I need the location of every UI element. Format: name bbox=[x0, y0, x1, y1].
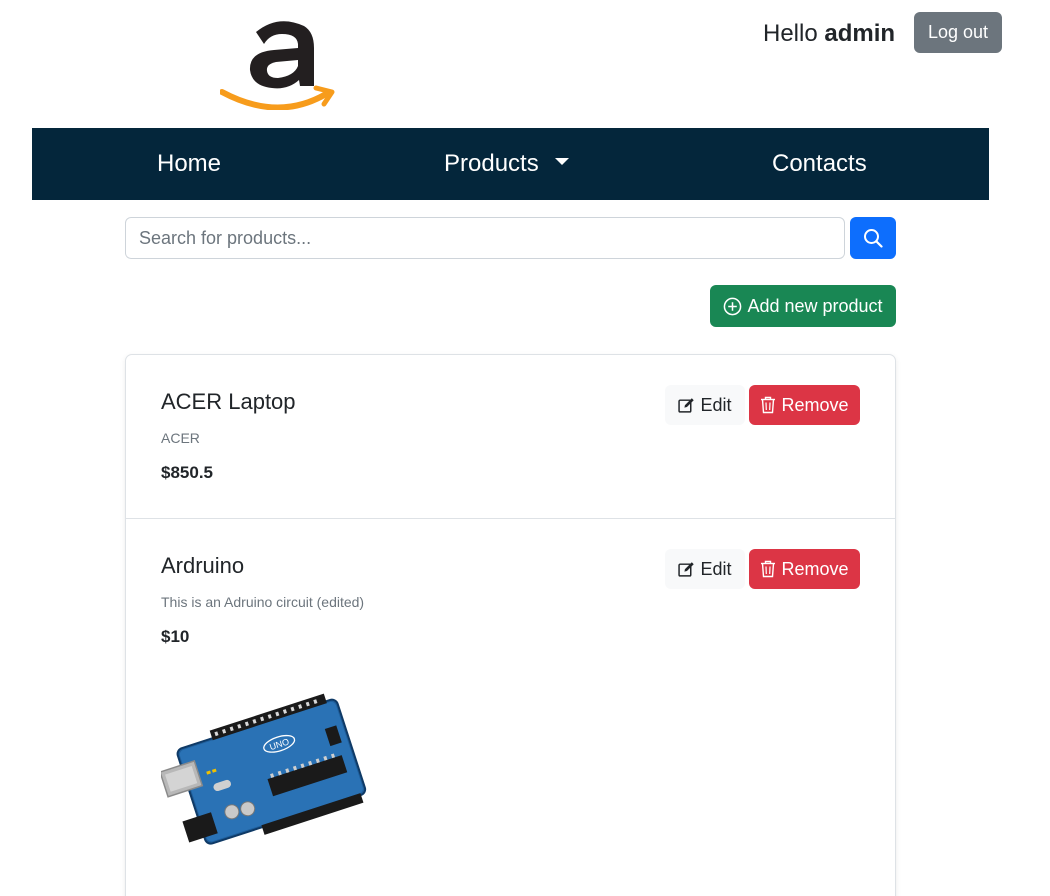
nav-contacts[interactable]: Contacts bbox=[772, 128, 867, 200]
caret-down-icon bbox=[555, 158, 570, 166]
search-button[interactable] bbox=[850, 217, 896, 259]
remove-label: Remove bbox=[781, 558, 849, 579]
nav-home[interactable]: Home bbox=[157, 128, 221, 200]
nav-products-label: Products bbox=[444, 150, 539, 177]
product-description: This is an Adruino circuit (edited) bbox=[161, 594, 365, 610]
greeting-prefix: Hello bbox=[763, 20, 818, 47]
trash-icon bbox=[761, 560, 776, 578]
search-input[interactable] bbox=[125, 217, 845, 259]
nav-products-dropdown[interactable]: Products bbox=[444, 128, 570, 200]
remove-button[interactable]: Remove bbox=[749, 549, 860, 589]
edit-button[interactable]: Edit bbox=[665, 385, 745, 425]
pencil-square-icon bbox=[678, 397, 695, 413]
product-name: ACER Laptop bbox=[161, 389, 296, 414]
user-greeting: Hello admin bbox=[763, 20, 895, 48]
trash-icon bbox=[761, 396, 776, 414]
plus-circle-icon bbox=[724, 297, 742, 315]
pencil-square-icon bbox=[678, 561, 695, 577]
product-name: Ardruino bbox=[161, 553, 245, 578]
username: admin bbox=[824, 20, 896, 47]
nav-home-label: Home bbox=[157, 150, 222, 177]
amazon-logo-icon[interactable] bbox=[220, 14, 338, 110]
logout-button[interactable]: Log out bbox=[914, 12, 1002, 53]
add-new-product-label: Add new product bbox=[747, 295, 883, 316]
main-navbar: Home Products Contacts bbox=[32, 128, 989, 200]
product-description: ACER bbox=[161, 430, 200, 446]
add-new-product-button[interactable]: Add new product bbox=[710, 285, 896, 327]
product-price: $850.5 bbox=[161, 463, 213, 482]
edit-label: Edit bbox=[700, 558, 732, 579]
list-item: ACER Laptop ACER $850.5 Edit Remove bbox=[126, 355, 895, 519]
arduino-board-image: UNO bbox=[161, 693, 367, 845]
nav-contacts-label: Contacts bbox=[772, 150, 867, 177]
edit-button[interactable]: Edit bbox=[665, 549, 745, 589]
search-icon bbox=[864, 229, 883, 248]
product-price: $10 bbox=[161, 627, 190, 646]
remove-label: Remove bbox=[781, 394, 849, 415]
edit-label: Edit bbox=[700, 394, 732, 415]
page: Hello admin Log out Home Products Contac… bbox=[0, 0, 1050, 896]
remove-button[interactable]: Remove bbox=[749, 385, 860, 425]
